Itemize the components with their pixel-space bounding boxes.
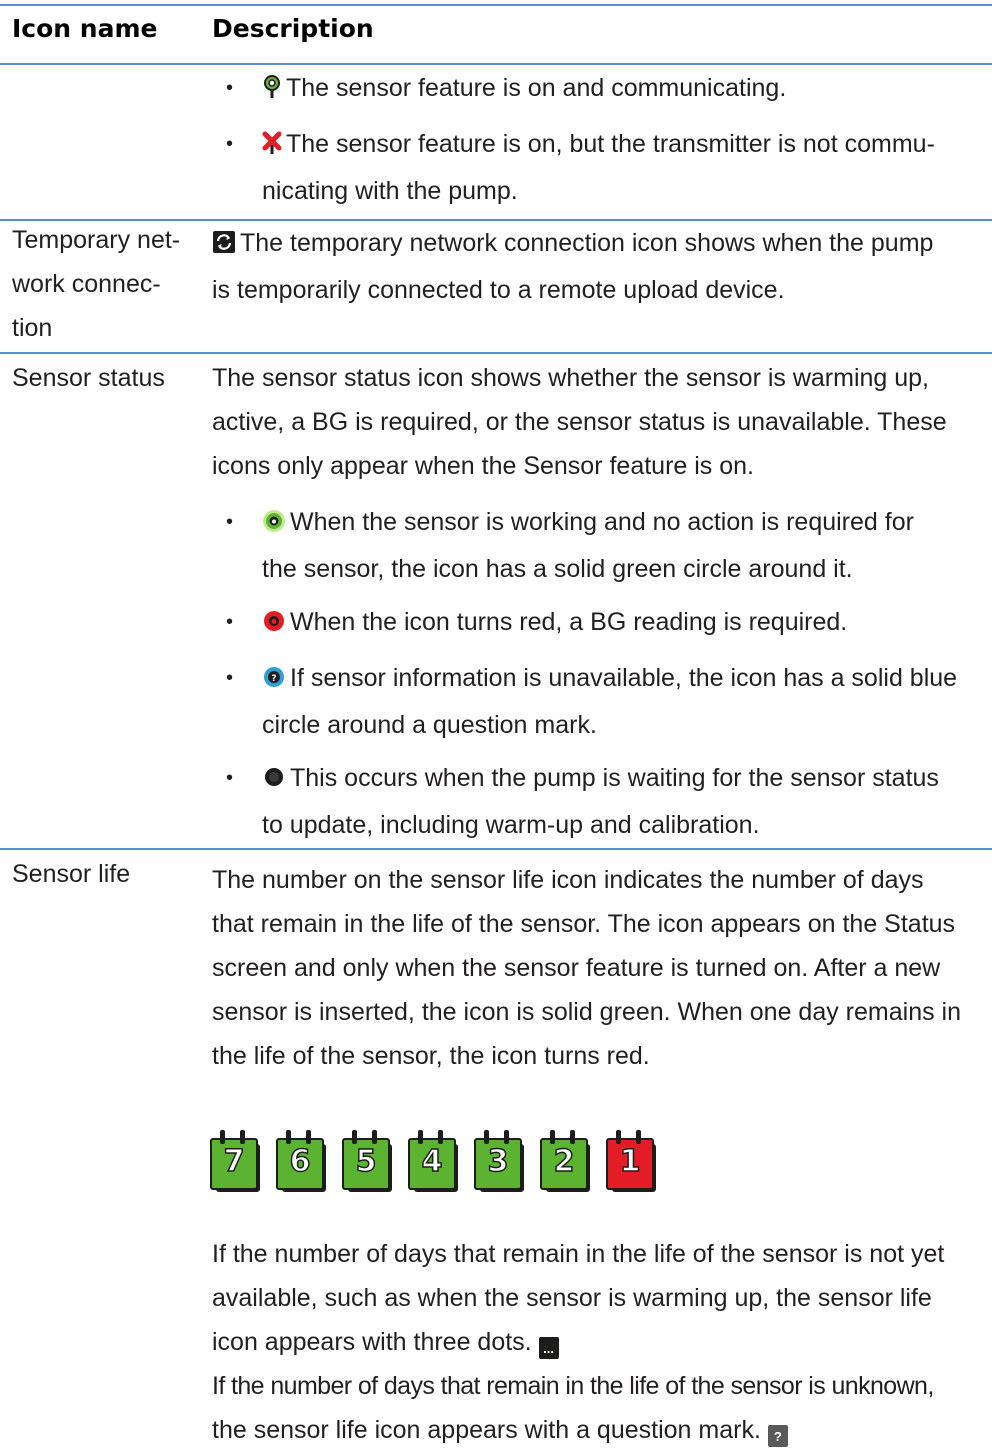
sensor-life-icons: 7 6 5 4 3 2 1 xyxy=(210,1130,656,1192)
sensor-status-green-icon xyxy=(262,503,286,547)
list-item: The sensor feature is on, but the transm… xyxy=(262,122,986,213)
sensor-life-icon-6: 6 xyxy=(276,1130,326,1192)
header-icon-name: Icon name xyxy=(12,14,158,43)
bullet-dot: • xyxy=(226,133,234,155)
row-name-sensor-status: Sensor status xyxy=(12,364,165,392)
row-desc-sensor-life-more: If the number of days that remain in the… xyxy=(212,1232,984,1452)
list-item: The sensor feature is on and communicati… xyxy=(262,66,986,113)
row-desc-sensor-life: The number on the sensor life icon indic… xyxy=(212,866,961,1070)
table-top-rule xyxy=(0,4,992,6)
list-item: This occurs when the pump is waiting for… xyxy=(262,756,986,847)
sensor-life-icon-2: 2 xyxy=(540,1130,590,1192)
sensor-life-dots-icon: ... xyxy=(538,1337,559,1359)
row-name-temporary-network: Temporary net- work connec- tion xyxy=(12,226,181,342)
sensor-life-icon-4: 4 xyxy=(408,1130,458,1192)
list-item: When the sensor is working and no action… xyxy=(262,500,986,591)
sensor-life-icon-1: 1 xyxy=(606,1130,656,1192)
bullet-dot: • xyxy=(226,767,234,789)
row-name-sensor-life: Sensor life xyxy=(12,860,131,888)
bullet-dot: • xyxy=(226,77,234,99)
row-desc-temporary-network: The temporary network connection icon sh… xyxy=(212,221,984,312)
sensor-connected-icon xyxy=(262,69,282,113)
row-rule xyxy=(0,352,992,354)
temp-network-icon xyxy=(212,224,236,268)
sensor-status-waiting-icon xyxy=(262,759,286,803)
sensor-life-icon-7: 7 xyxy=(210,1130,260,1192)
sensor-lost-icon xyxy=(262,125,282,169)
list-item: When the icon turns red, a BG reading is… xyxy=(262,600,986,647)
sensor-life-icon-3: 3 xyxy=(474,1130,524,1192)
bullet-dot: • xyxy=(226,667,234,689)
header-description: Description xyxy=(212,14,374,43)
sensor-life-icon-5: 5 xyxy=(342,1130,392,1192)
header-rule xyxy=(0,63,992,65)
list-item: ? If sensor information is unavailable, … xyxy=(262,656,986,747)
bullet-dot: • xyxy=(226,511,234,533)
sensor-status-unknown-icon: ? xyxy=(262,659,286,703)
svg-text:?: ? xyxy=(271,674,276,684)
bullet-dot: • xyxy=(226,611,234,633)
row-desc-sensor-status: The sensor status icon shows whether the… xyxy=(212,364,947,480)
sensor-life-question-icon: ? xyxy=(767,1425,788,1447)
row-rule xyxy=(0,848,992,850)
sensor-status-red-icon xyxy=(262,603,286,647)
